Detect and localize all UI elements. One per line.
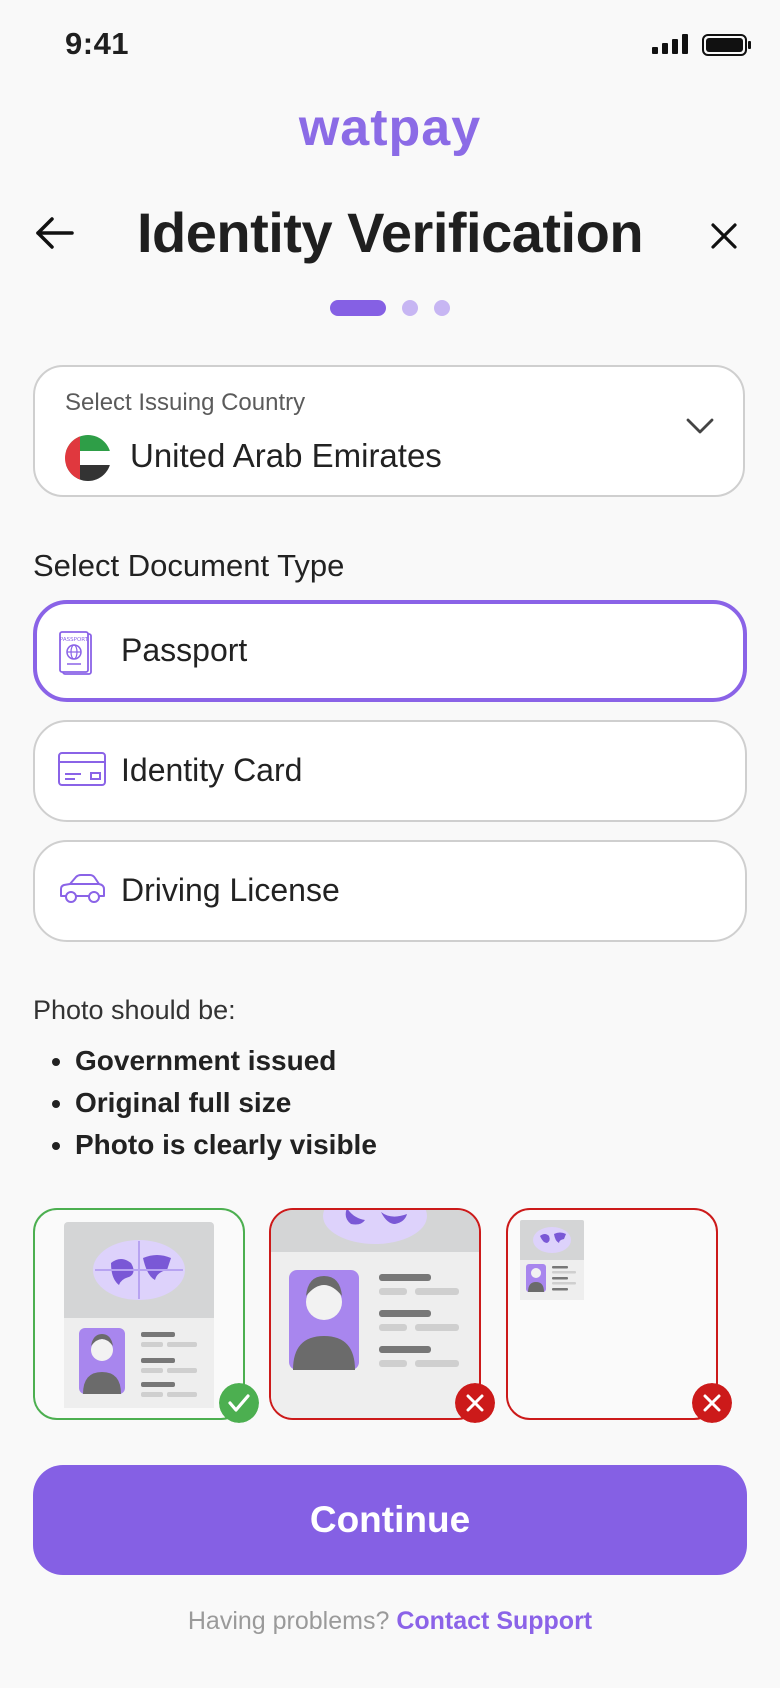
battery-icon: [702, 34, 751, 56]
country-select-value: United Arab Emirates: [130, 437, 442, 474]
document-option-label: Driving License: [121, 872, 340, 908]
help-footer: Having problems? Contact Support: [0, 1607, 780, 1636]
passport-icon: PASSPORT: [59, 631, 92, 675]
document-illustration: [63, 1221, 214, 1408]
requirement-item: Photo is clearly visible: [75, 1124, 377, 1166]
country-select[interactable]: Select Issuing Country United Arab Emira…: [33, 365, 745, 497]
document-illustration: [271, 1210, 479, 1418]
document-option-label: Passport: [121, 632, 248, 668]
continue-button[interactable]: Continue: [33, 1465, 747, 1575]
document-option-identity-card[interactable]: Identity Card: [33, 720, 747, 822]
contact-support-link[interactable]: Contact Support: [396, 1607, 592, 1635]
document-type-label: Select Document Type: [33, 548, 345, 583]
country-select-label: Select Issuing Country: [65, 389, 306, 416]
progress-step-active: [330, 300, 386, 316]
photo-requirements-heading: Photo should be:: [33, 995, 236, 1025]
requirement-item: Original full size: [75, 1082, 377, 1124]
document-option-driving-license[interactable]: Driving License: [33, 840, 747, 942]
uae-flag-icon: [65, 435, 111, 481]
document-option-passport[interactable]: PASSPORT Passport: [33, 600, 747, 702]
car-icon: [60, 874, 105, 903]
photo-requirements-list: Government issued Original full size Pho…: [33, 1040, 377, 1166]
close-button[interactable]: [700, 212, 748, 260]
x-badge-icon: [455, 1383, 495, 1423]
watpay-logo: watpay: [298, 99, 482, 157]
check-badge-icon: [219, 1383, 259, 1423]
page-title: Identity Verification: [136, 201, 644, 264]
chevron-down-icon: [686, 418, 714, 434]
sample-photo-valid: [33, 1208, 245, 1420]
svg-text:PASSPORT: PASSPORT: [60, 637, 89, 643]
help-text: Having problems?: [187, 1607, 390, 1635]
cellular-signal-icon: [652, 34, 688, 54]
requirement-item: Government issued: [75, 1040, 377, 1082]
identity-card-icon: [58, 752, 106, 786]
status-time: 9:41: [65, 26, 130, 61]
sample-photo-too-small: [506, 1208, 718, 1420]
progress-step: [434, 300, 450, 316]
document-illustration: [519, 1219, 584, 1300]
sample-photo-cropped: [269, 1208, 481, 1420]
document-option-label: Identity Card: [121, 752, 303, 788]
progress-step: [402, 300, 418, 316]
close-icon: [711, 223, 737, 249]
x-badge-icon: [692, 1383, 732, 1423]
